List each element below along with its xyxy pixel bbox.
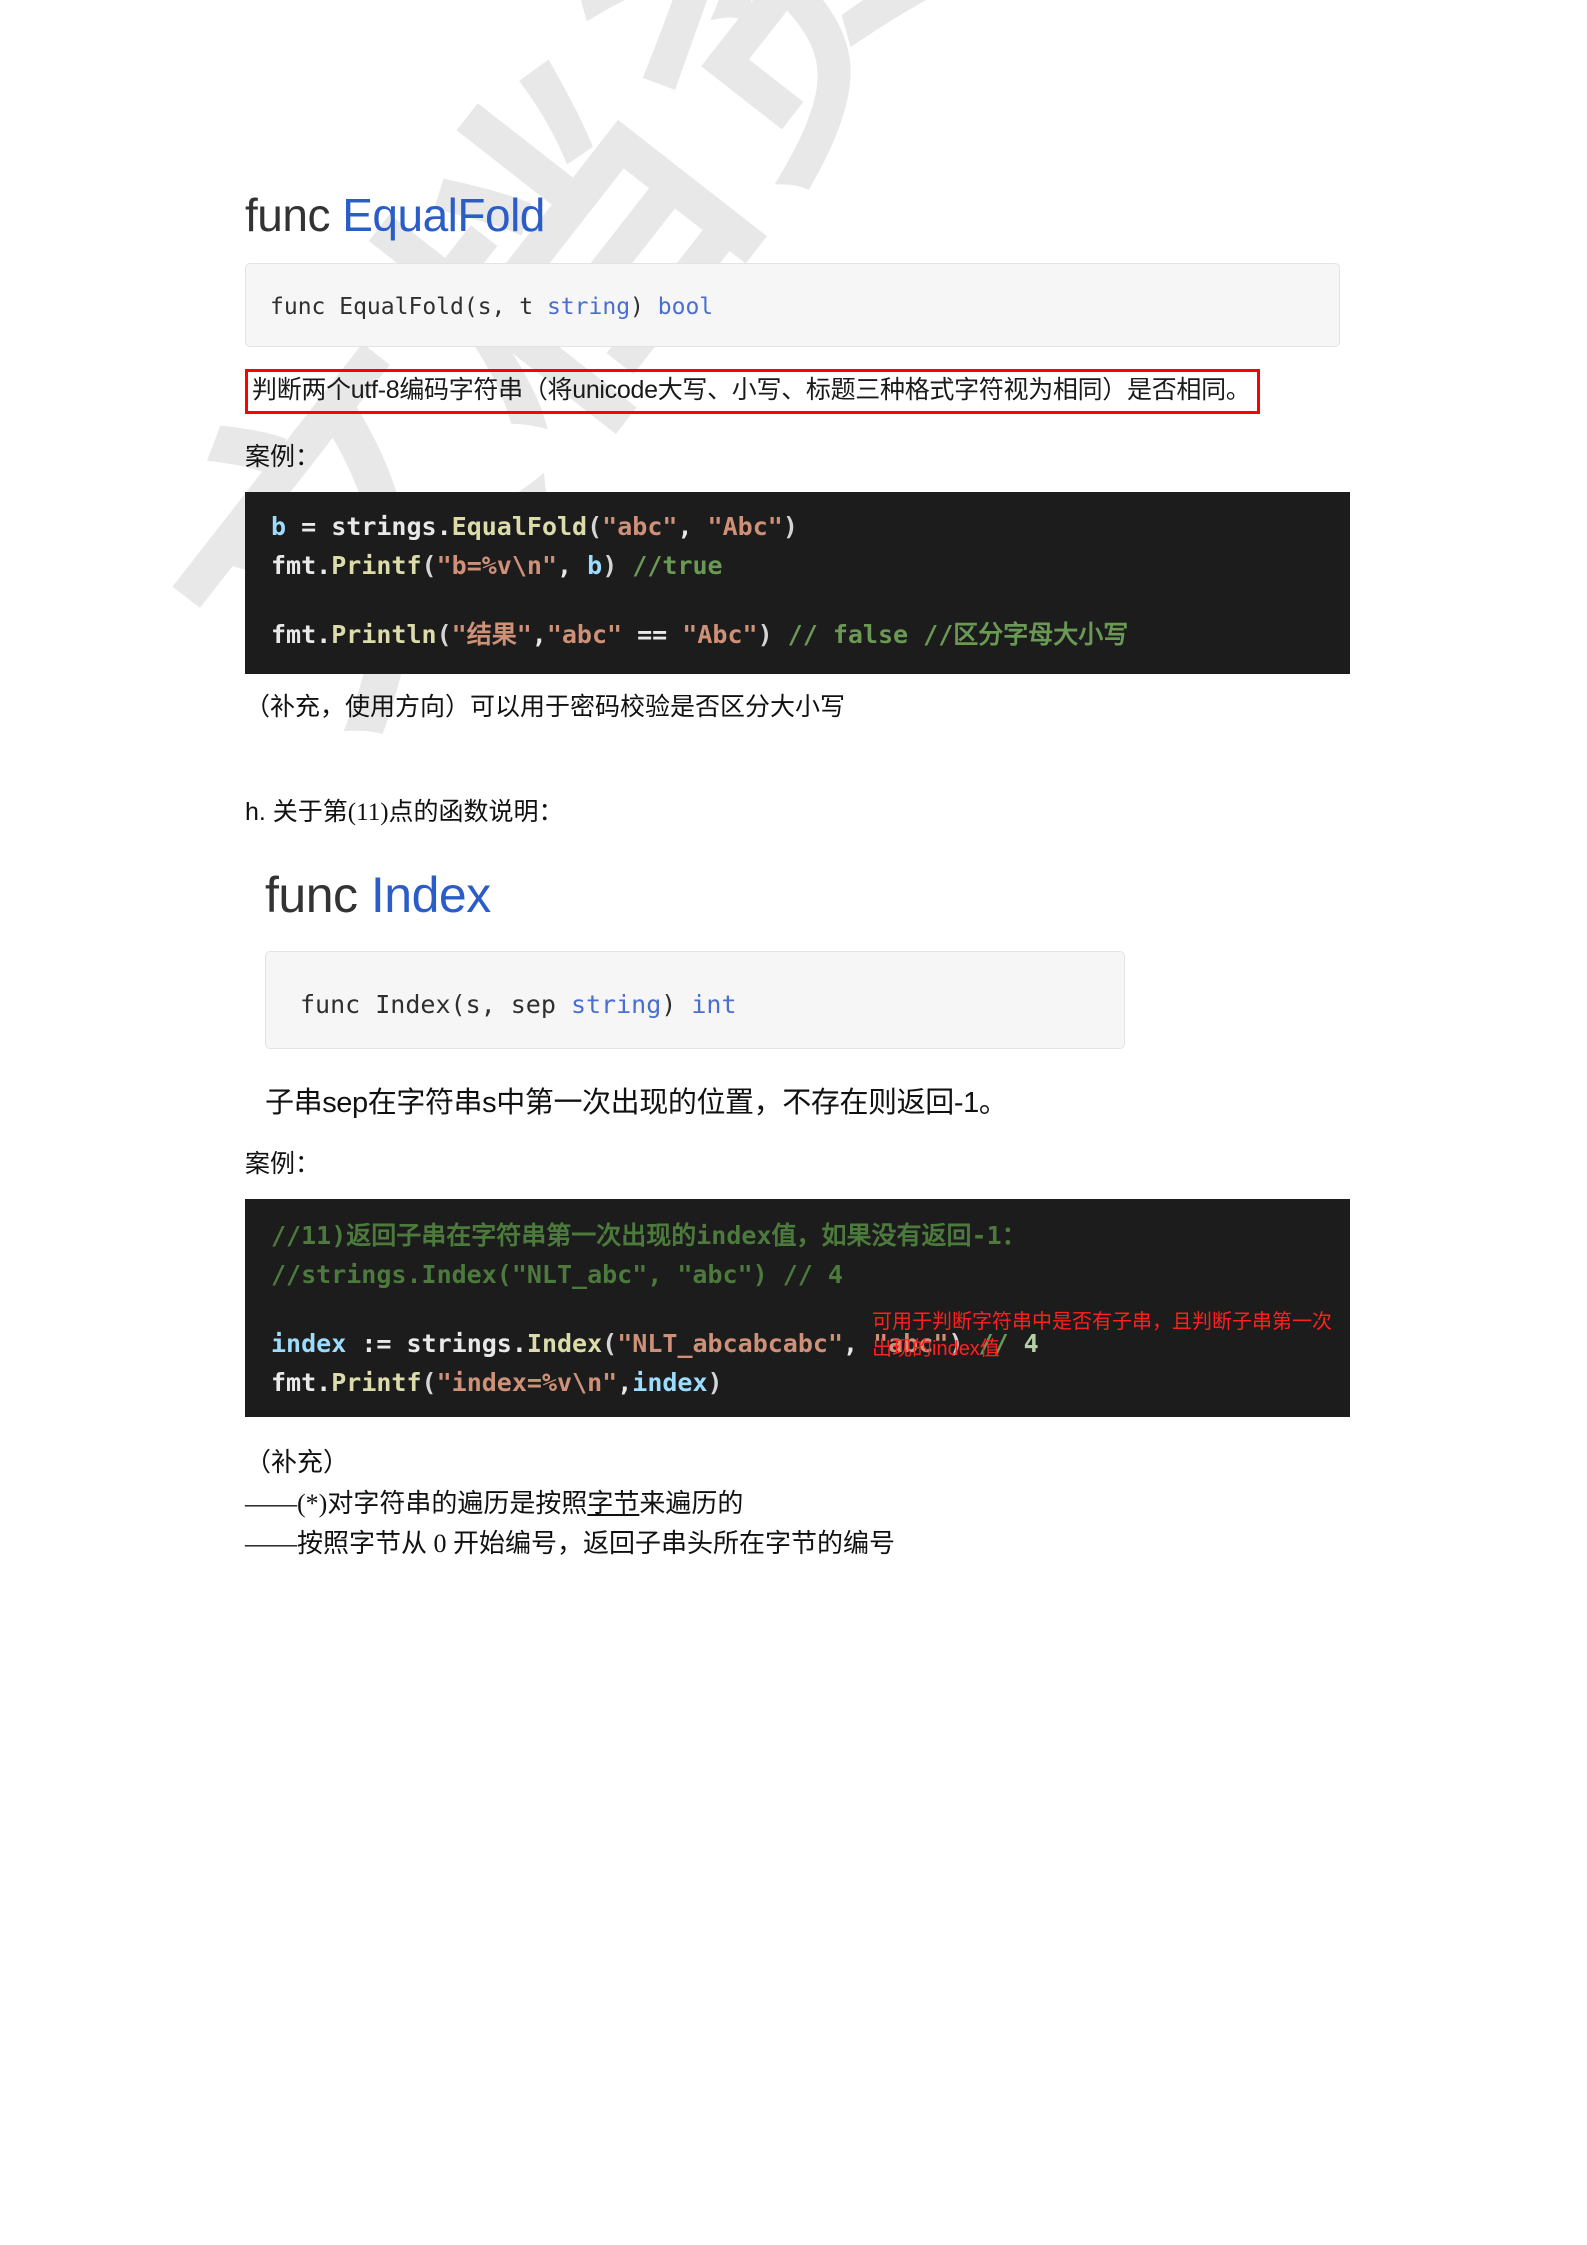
equalfold-sig-part1: func EqualFold(s, t: [270, 293, 547, 320]
code-token-arg1: "NLT_abcabcabc": [617, 1328, 844, 1358]
code-token-assign: :=: [346, 1328, 407, 1358]
index-description: 子串sep在字符串s中第一次出现的位置，不存在则返回-1。: [265, 1087, 1008, 1120]
code-token-close: ): [757, 619, 773, 649]
code-comment-line: //11)返回子串在字符串第一次出现的index值，如果没有返回-1：: [271, 1221, 1027, 1251]
code-token-comment-1: // false: [772, 619, 924, 649]
code-token-comma: ,: [843, 1328, 874, 1358]
code-token-open: (: [436, 619, 452, 649]
code-token-close: ): [602, 551, 618, 581]
code-token-open: (: [421, 551, 437, 581]
code-token-pkg: fmt.: [271, 551, 332, 581]
equalfold-sig-type1: string: [546, 293, 631, 320]
index-heading-name: Index: [370, 867, 491, 924]
code-token-comment: //true: [617, 551, 723, 581]
index-supplement-line-1: ——(*)对字符串的遍历是按照字节来遍历的: [245, 1484, 1345, 1524]
code-token-comment-2: //区分字母大小写: [923, 619, 1129, 649]
code-token-comma: ,: [617, 1367, 633, 1397]
code-token-var: index: [271, 1328, 347, 1358]
code-token-close: ): [782, 512, 798, 542]
code-token-func: Index: [526, 1328, 603, 1358]
code-line: fmt.Println("结果","abc" == "Abc") // fals…: [271, 616, 1350, 655]
code-token-arg2: index: [632, 1367, 708, 1397]
equalfold-heading-name: EqualFold: [342, 189, 545, 241]
code-token-open: (: [602, 1328, 618, 1358]
index-code-block: //11)返回子串在字符串第一次出现的index值，如果没有返回-1： //st…: [245, 1199, 1350, 1418]
equalfold-sig-part2: ): [630, 293, 658, 320]
code-token-arg2: b: [587, 551, 603, 581]
equalfold-description-boxed: 判断两个utf-8编码字符串（将unicode大写、小写、标题三种格式字符视为相…: [245, 368, 1260, 415]
code-token-func: Println: [331, 619, 437, 649]
code-token-pkg: strings.: [406, 1328, 527, 1358]
equalfold-example-label: 案例：: [245, 444, 321, 472]
index-supplement-block: （补充） ——(*)对字符串的遍历是按照字节来遍历的 ——按照字节从 0 开始编…: [245, 1443, 1345, 1564]
code-token-pkg: fmt.: [271, 1367, 332, 1397]
code-token-func: EqualFold: [451, 512, 588, 542]
index-sig-part2: ): [661, 990, 692, 1020]
code-token-op: ==: [622, 619, 683, 649]
code-token-pkg: fmt.: [271, 619, 332, 649]
code-token-eq: =: [286, 512, 332, 542]
code-token-arg1: "abc": [602, 512, 678, 542]
index-example-label: 案例：: [245, 1151, 321, 1179]
code-token-func: Printf: [331, 1367, 422, 1397]
index-code-red-annotation: 可用于判断字符串中是否有子串，且判断子串第一次出现的index值: [872, 1311, 1332, 1361]
code-token-arg3: "Abc": [682, 619, 758, 649]
equalfold-sig-type2: bool: [657, 293, 714, 320]
index-sig-part1: func Index(s, sep: [300, 990, 571, 1020]
index-sig-type2: int: [691, 990, 737, 1020]
code-token-var: b: [271, 512, 287, 542]
index-heading: func Index: [265, 868, 1345, 923]
code-line: b = strings.EqualFold("abc", "Abc"): [271, 508, 1350, 547]
index-supplement-line-1-pre: ——(*)对字符串的遍历是按照: [245, 1488, 588, 1518]
code-token-func: Printf: [331, 551, 422, 581]
code-token-open: (: [421, 1367, 437, 1397]
equalfold-signature-box: func EqualFold(s, t string) bool: [245, 262, 1340, 347]
equalfold-heading: func EqualFold: [245, 190, 1345, 241]
code-token-arg2: "Abc": [707, 512, 783, 542]
code-token-comma: ,: [677, 512, 708, 542]
code-token-arg1: "结果": [451, 619, 532, 649]
index-supplement-line-1-underline: 字节: [587, 1488, 640, 1518]
code-token-open: (: [587, 512, 603, 542]
index-signature-box: func Index(s, sep string) int: [265, 951, 1125, 1050]
index-supplement-line-2: ——按照字节从 0 开始编号，返回子串头所在字节的编号: [245, 1528, 896, 1558]
code-token-arg2: "abc": [546, 619, 623, 649]
code-token-comma: ,: [531, 619, 547, 649]
document-page: 文档资料 func EqualFold func EqualFold(s, t …: [0, 0, 1587, 2245]
section-equalfold: func EqualFold func EqualFold(s, t strin…: [245, 190, 1350, 728]
code-token-close: ): [707, 1367, 723, 1397]
equalfold-code-block: b = strings.EqualFold("abc", "Abc") fmt.…: [245, 492, 1350, 675]
section-index: h. 关于第(11)点的函数说明： func Index func Index(…: [245, 792, 1350, 1564]
document-content: func EqualFold func EqualFold(s, t strin…: [0, 0, 1587, 1564]
index-intro: h. 关于第(11)点的函数说明：: [245, 792, 1345, 828]
code-line: fmt.Printf("b=%v\n", b) //true: [271, 547, 1350, 586]
code-line: fmt.Printf("index=%v\n",index): [271, 1364, 1350, 1403]
index-sig-type1: string: [570, 990, 662, 1020]
index-supplement-line-1-post: 来遍历的: [639, 1488, 744, 1518]
code-token-pkg: strings.: [331, 512, 452, 542]
equalfold-supplement: （补充，使用方向）可以用于密码校验是否区分大小写: [245, 694, 846, 722]
equalfold-heading-prefix: func: [245, 189, 343, 241]
index-supplement-title: （补充）: [245, 1448, 350, 1478]
code-token-comma: ,: [557, 551, 588, 581]
index-intro-marker: h.: [245, 798, 273, 827]
index-heading-prefix: func: [265, 867, 371, 924]
code-token-arg1: "index=%v\n": [436, 1367, 618, 1397]
code-comment-line: //strings.Index("NLT_abc", "abc") // 4: [271, 1260, 843, 1290]
code-token-arg1: "b=%v\n": [436, 551, 558, 581]
index-intro-text: 关于第(11)点的函数说明：: [272, 799, 564, 827]
